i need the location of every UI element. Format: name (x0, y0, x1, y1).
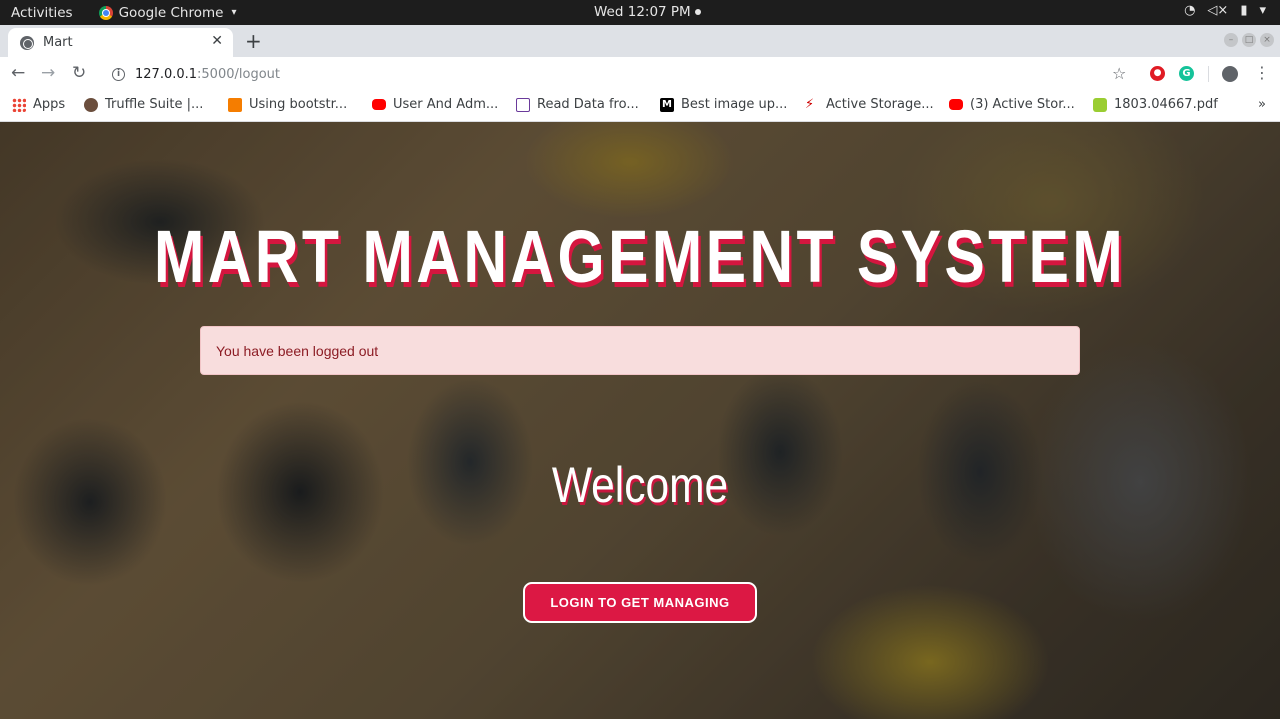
logout-alert: You have been logged out (200, 326, 1080, 375)
system-tray[interactable]: ◔ ◁× ▮ ▾ (1184, 3, 1266, 18)
close-tab-icon[interactable]: ✕ (211, 33, 223, 49)
back-arrow-icon[interactable]: ← (11, 63, 25, 83)
minimize-icon[interactable]: – (1224, 33, 1238, 47)
bookmark-label: Active Storage... (826, 97, 934, 112)
notification-dot-icon (694, 9, 701, 15)
page-title: MART MANAGEMENT SYSTEM (153, 215, 1127, 298)
page-content: MART MANAGEMENT SYSTEM You have been log… (0, 122, 1280, 719)
bookmark-active-storage[interactable]: ⚡ Active Storage... (805, 97, 934, 112)
app-name: Google Chrome (118, 4, 224, 21)
login-button[interactable]: LOGIN TO GET MANAGING (523, 582, 757, 623)
toolbar-divider (1208, 66, 1209, 82)
chrome-icon (98, 5, 113, 20)
close-window-icon[interactable]: × (1260, 33, 1274, 47)
truffle-icon (84, 97, 98, 112)
clock[interactable]: Wed 12:07 PM (594, 4, 701, 20)
tab-mart[interactable]: Mart ✕ (8, 28, 233, 57)
welcome-heading: Welcome (551, 457, 729, 513)
profile-avatar-icon[interactable] (1222, 66, 1238, 82)
caret-down-icon: ▾ (231, 7, 237, 18)
bookmark-truffle[interactable]: Truffle Suite |... (84, 97, 203, 112)
bookmark-label: (3) Active Stor... (970, 97, 1075, 112)
app-menu[interactable]: Google Chrome ▾ (98, 4, 237, 21)
os-top-bar: Activities Google Chrome ▾ Wed 12:07 PM … (0, 0, 1280, 25)
tab-strip: Mart ✕ + – □ × (0, 25, 1280, 57)
bookmark-label: Apps (33, 97, 66, 112)
bookmark-bootstrap[interactable]: Using bootstr... (228, 97, 347, 112)
pdf-smiley-icon (1093, 97, 1107, 112)
bookmarks-bar: Apps Truffle Suite |... Using bootstr...… (0, 91, 1280, 122)
activities-button[interactable]: Activities (11, 5, 73, 21)
maximize-icon[interactable]: □ (1242, 33, 1256, 47)
alert-message: You have been logged out (216, 342, 379, 359)
bookmark-read-data[interactable]: Read Data fro... (516, 97, 639, 112)
blogger-icon (228, 97, 242, 112)
youtube-icon (949, 99, 963, 110)
rails-icon: ⚡ (805, 96, 815, 112)
bookmark-label: Read Data fro... (537, 97, 639, 112)
url-host: 127.0.0.1 (135, 66, 198, 82)
tab-title: Mart (43, 35, 73, 50)
volume-muted-icon: ◁× (1207, 3, 1229, 18)
globe-icon (20, 35, 34, 50)
bookmark-image-upload[interactable]: M Best image up... (660, 97, 787, 112)
kebab-menu-icon[interactable]: ⋮ (1254, 63, 1270, 82)
url-path: :5000/logout (197, 66, 280, 82)
bookmark-label: User And Adm... (393, 97, 499, 112)
address-bar[interactable]: i 127.0.0.1:5000/logout (104, 61, 1144, 87)
bookmark-active-storage-video[interactable]: (3) Active Stor... (949, 97, 1075, 112)
forward-arrow-icon[interactable]: → (41, 63, 55, 83)
clock-text: Wed 12:07 PM (594, 4, 691, 20)
bookmark-star-icon[interactable]: ☆ (1112, 64, 1126, 83)
grammarly-extension-icon[interactable]: G (1179, 66, 1194, 81)
medium-icon: M (660, 97, 674, 112)
window-controls: – □ × (1224, 33, 1274, 47)
bookmark-user-admin[interactable]: User And Adm... (372, 97, 498, 112)
info-icon[interactable]: i (112, 67, 125, 81)
wifi-icon: ◔ (1184, 3, 1196, 18)
document-icon (516, 97, 530, 112)
reload-icon[interactable]: ↻ (72, 63, 86, 83)
bookmark-label: Using bootstr... (249, 97, 348, 112)
browser-toolbar: ← → ↻ i 127.0.0.1:5000/logout ☆ ● G ⋮ (0, 57, 1280, 91)
more-bookmarks-chevron-icon[interactable]: » (1258, 97, 1266, 112)
new-tab-button[interactable]: + (245, 29, 262, 53)
bookmark-label: Best image up... (681, 97, 788, 112)
battery-icon: ▮ (1240, 3, 1248, 18)
bookmark-pdf[interactable]: 1803.04667.pdf (1093, 97, 1218, 112)
bookmark-label: 1803.04667.pdf (1114, 97, 1218, 112)
adblock-extension-icon[interactable]: ● (1150, 66, 1165, 81)
apps-grid-icon (12, 97, 26, 112)
bookmark-apps[interactable]: Apps (12, 97, 65, 112)
caret-down-icon: ▾ (1259, 3, 1266, 18)
bookmark-label: Truffle Suite |... (105, 97, 204, 112)
youtube-icon (372, 99, 386, 110)
